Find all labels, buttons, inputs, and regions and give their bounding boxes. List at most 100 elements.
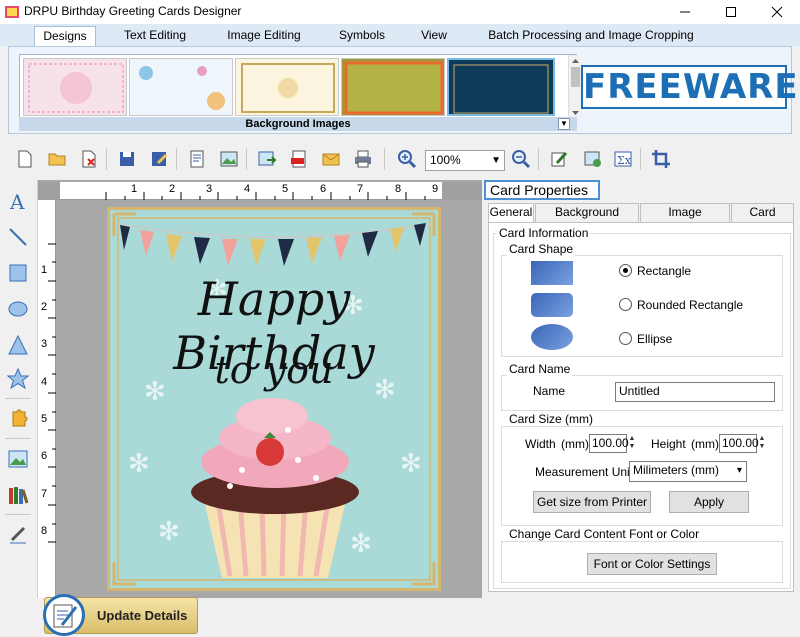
properties-button[interactable] [186, 148, 208, 170]
rectangle-icon [9, 264, 27, 282]
rectangle-shape-preview [531, 261, 573, 285]
ruler-ticks [105, 192, 444, 200]
tab-designs[interactable]: Designs [34, 26, 96, 46]
image-button[interactable] [218, 148, 240, 170]
ellipse-radio[interactable] [619, 332, 632, 345]
ruler-label: 1 [41, 264, 48, 276]
rounded-rectangle-radio[interactable] [619, 298, 632, 311]
tab-batch-processing[interactable]: Batch Processing and Image Cropping [484, 26, 698, 46]
library-tool[interactable] [5, 482, 31, 508]
save-icon [120, 152, 134, 166]
ellipse-icon [8, 301, 28, 317]
window-title: DRPU Birthday Greeting Cards Designer [24, 4, 242, 18]
width-spinner[interactable]: ▲ ▼ [627, 435, 637, 451]
rectangle-label: Rectangle [637, 264, 692, 278]
ellipse-tool[interactable] [5, 296, 31, 322]
measurement-unit-label: Measurement Unit : [535, 465, 640, 479]
refresh-icon [584, 151, 601, 167]
card-greeting-line2[interactable]: to you [110, 348, 438, 392]
new-button[interactable] [14, 148, 36, 170]
svg-text:✻: ✻ [128, 449, 150, 479]
save-as-button[interactable] [148, 148, 170, 170]
height-spinner[interactable]: ▲ ▼ [757, 435, 767, 451]
triangle-tool[interactable] [5, 332, 31, 358]
ruler-label: 1 [131, 183, 138, 195]
edit-button[interactable] [548, 148, 570, 170]
minimize-button[interactable] [662, 0, 708, 24]
background-thumb[interactable] [341, 58, 445, 116]
line-tool[interactable] [5, 224, 31, 250]
vertical-ruler: 1 2 3 4 5 6 7 8 [38, 200, 56, 598]
image-icon [8, 450, 28, 468]
folder-open-icon [48, 153, 66, 166]
tab-view[interactable]: View [414, 26, 454, 46]
rectangle-radio[interactable] [619, 264, 632, 277]
toolbar-separator [538, 148, 539, 170]
sigma-icon: Σx [614, 151, 632, 167]
get-size-from-printer-button[interactable]: Get size from Printer [533, 491, 651, 513]
zoom-out-button[interactable] [510, 148, 532, 170]
measurement-unit-dropdown[interactable]: Milimeters (mm) ▾ [629, 461, 747, 482]
tab-background-format[interactable]: Background Format [535, 203, 639, 236]
svg-text:✻: ✻ [158, 517, 180, 547]
tab-general[interactable]: General [488, 203, 534, 223]
zoom-dropdown[interactable]: 100% ▼ [425, 150, 505, 171]
ruler-label: 7 [41, 488, 48, 500]
ellipse-shape-preview [531, 324, 573, 350]
background-thumb-art [241, 63, 335, 113]
background-gallery [19, 54, 582, 120]
tab-image-editing[interactable]: Image Editing [220, 26, 308, 46]
background-thumb[interactable] [23, 58, 127, 116]
name-input[interactable]: Untitled [615, 382, 775, 402]
export-button[interactable] [256, 148, 278, 170]
star-icon [7, 368, 29, 390]
zoom-in-button[interactable] [396, 148, 418, 170]
save-button[interactable] [116, 148, 138, 170]
background-thumb[interactable] [129, 58, 233, 116]
height-input[interactable]: 100.00 [719, 434, 759, 453]
close-file-button[interactable] [78, 148, 100, 170]
gallery-expand-button[interactable]: ▼ [558, 118, 570, 130]
crop-button[interactable] [650, 148, 672, 170]
card-size-label: Card Size (mm) [507, 412, 596, 426]
card-shape-label: Card Shape [507, 242, 576, 256]
signature-tool[interactable] [5, 522, 31, 548]
print-button[interactable] [352, 148, 374, 170]
ruler-margin [442, 182, 482, 200]
tools-separator [5, 438, 31, 439]
triangle-icon [8, 334, 28, 355]
gallery-scrollbar[interactable] [568, 55, 582, 119]
refresh-button[interactable] [582, 148, 604, 170]
text-tool[interactable]: A [5, 188, 31, 214]
svg-text:A: A [9, 190, 25, 212]
toolbar-separator [176, 148, 177, 170]
apply-button[interactable]: Apply [669, 491, 749, 513]
email-button[interactable] [320, 148, 342, 170]
notepad-pen-icon [43, 594, 85, 636]
background-thumb-selected[interactable] [447, 58, 555, 116]
background-thumb[interactable] [235, 58, 339, 116]
image-tool[interactable] [5, 446, 31, 472]
export-pdf-button[interactable] [288, 148, 310, 170]
tab-card-border[interactable]: Card Border [731, 203, 794, 236]
tools-separator [5, 398, 31, 399]
ribbon-tab-bar: Designs Text Editing Image Editing Symbo… [0, 24, 800, 46]
font-color-settings-button[interactable]: Font or Color Settings [587, 553, 717, 575]
rounded-rectangle-shape-preview [531, 293, 573, 317]
tab-symbols[interactable]: Symbols [332, 26, 392, 46]
star-tool[interactable] [5, 366, 31, 392]
close-button[interactable] [754, 0, 800, 24]
greeting-card[interactable]: ✻ ✻ ✻ ✻ ✻ ✻ ✻ ✻ Happy Birthday to you [107, 207, 441, 591]
rounded-rectangle-label: Rounded Rectangle [637, 298, 744, 312]
symbol-tool[interactable] [5, 406, 31, 432]
tab-image-properties[interactable]: Image Properties [640, 203, 730, 236]
rectangle-tool[interactable] [5, 260, 31, 286]
width-input[interactable]: 100.00 [589, 434, 629, 453]
maximize-button[interactable] [708, 0, 754, 24]
edit-icon [551, 151, 568, 167]
open-button[interactable] [46, 148, 68, 170]
svg-text:✻: ✻ [350, 529, 372, 559]
background-thumb-art [453, 64, 549, 114]
formula-button[interactable]: Σx [612, 148, 634, 170]
tab-text-editing[interactable]: Text Editing [114, 26, 196, 46]
